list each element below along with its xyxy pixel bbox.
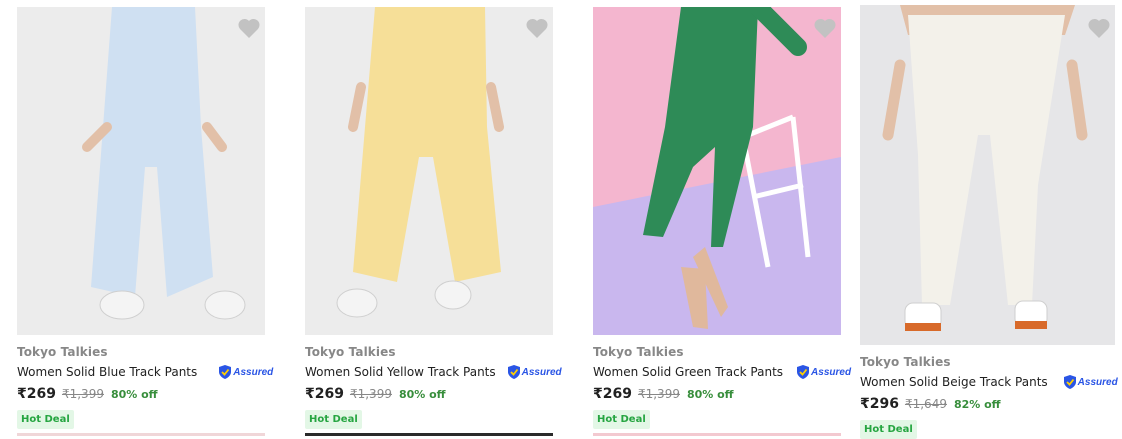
product-price: ₹269 [305,386,344,402]
product-brand: Tokyo Talkies [860,355,951,369]
heart-icon[interactable] [525,17,553,43]
product-card[interactable]: Tokyo Talkies Women Solid Beige Track Pa… [860,5,1118,439]
heart-icon[interactable] [813,17,841,43]
product-brand: Tokyo Talkies [305,345,396,359]
product-price: ₹269 [593,386,632,402]
product-card[interactable]: Tokyo Talkies Women Solid Green Track Pa… [593,7,851,429]
assured-badge: Assured [797,365,851,379]
assured-label: Assured [811,366,852,378]
assured-shield-icon [219,365,232,379]
product-photo [860,5,1115,345]
assured-label: Assured [521,366,562,378]
hot-deal-badge: Hot Deal [593,410,650,429]
product-title[interactable]: Women Solid Yellow Track Pants [305,365,496,379]
hot-deal-badge: Hot Deal [17,410,74,429]
product-image[interactable] [860,5,1115,345]
product-photo [305,7,553,335]
heart-icon[interactable] [1087,17,1115,43]
product-title[interactable]: Women Solid Blue Track Pants [17,365,197,379]
product-card[interactable]: Tokyo Talkies Women Solid Blue Track Pan… [17,7,273,429]
discount-label: 82% off [953,398,1001,411]
product-mrp: ₹1,649 [904,397,947,411]
assured-label: Assured [1077,376,1118,388]
product-brand: Tokyo Talkies [593,345,684,359]
product-image[interactable] [593,7,841,335]
product-image[interactable] [17,7,265,335]
hot-deal-badge: Hot Deal [305,410,362,429]
product-price: ₹296 [860,396,899,412]
product-price: ₹269 [17,386,56,402]
product-photo [17,7,265,335]
assured-badge: Assured [507,365,562,379]
product-mrp: ₹1,399 [61,387,104,401]
assured-shield-icon [1063,375,1076,389]
heart-icon[interactable] [237,17,265,43]
product-card[interactable]: Tokyo Talkies Women Solid Yellow Track P… [305,7,562,429]
product-title[interactable]: Women Solid Green Track Pants [593,365,783,379]
product-title[interactable]: Women Solid Beige Track Pants [860,375,1048,389]
discount-label: 80% off [686,388,734,401]
discount-label: 80% off [110,388,158,401]
product-photo [593,7,841,335]
assured-badge: Assured [219,365,273,379]
product-mrp: ₹1,399 [349,387,392,401]
discount-label: 80% off [398,388,446,401]
assured-shield-icon [797,365,810,379]
product-brand: Tokyo Talkies [17,345,108,359]
assured-badge: Assured [1063,375,1118,389]
hot-deal-badge: Hot Deal [860,420,917,439]
assured-label: Assured [233,366,274,378]
product-mrp: ₹1,399 [637,387,680,401]
product-image[interactable] [305,7,553,335]
assured-shield-icon [507,365,520,379]
